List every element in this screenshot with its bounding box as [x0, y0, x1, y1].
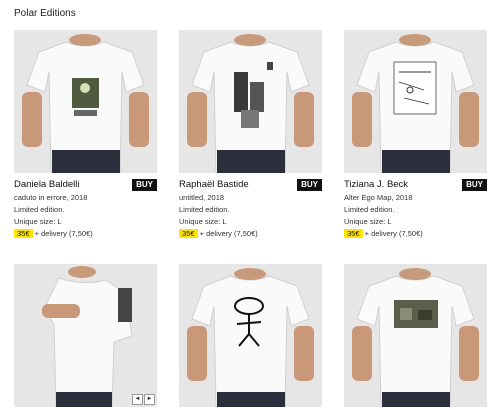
- buy-button[interactable]: BUY: [297, 179, 322, 191]
- product-card: [344, 264, 487, 407]
- price-badge: 35€: [344, 229, 363, 238]
- price-line: 35€ + delivery (7,50€): [179, 228, 322, 240]
- product-photo[interactable]: [179, 30, 322, 173]
- buy-button[interactable]: BUY: [462, 179, 487, 191]
- delivery-text: + delivery (7,50€): [34, 229, 93, 238]
- tshirt-image: [179, 264, 322, 407]
- artist-name[interactable]: Tiziana J. Beck: [344, 179, 408, 190]
- size-text: Unique size: L: [179, 217, 227, 226]
- gallery-nav: ◄ ►: [132, 394, 155, 405]
- product-photo[interactable]: [14, 30, 157, 173]
- price-line: 35€ + delivery (7,50€): [14, 228, 157, 240]
- price-badge: 35€: [14, 229, 33, 238]
- artist-name[interactable]: Raphaël Bastide: [179, 179, 249, 190]
- work-title: caduto in errore, 2018: [14, 193, 88, 202]
- price-line: 35€ + delivery (7,50€): [344, 228, 487, 240]
- page-title: Polar Editions: [14, 8, 76, 19]
- product-photo[interactable]: ◄ ►: [14, 264, 157, 407]
- tshirt-image: [179, 30, 322, 173]
- work-title: untitled, 2018: [179, 193, 225, 202]
- tshirt-image: [344, 264, 487, 407]
- product-card: Daniela Baldelli BUY caduto in errore, 2…: [14, 30, 157, 240]
- prev-arrow-icon[interactable]: ◄: [132, 394, 143, 405]
- product-card: [179, 264, 322, 407]
- tshirt-image: [14, 264, 157, 407]
- work-title: Alter Ego Map, 2018: [344, 193, 413, 202]
- delivery-text: + delivery (7,50€): [199, 229, 258, 238]
- delivery-text: + delivery (7,50€): [364, 229, 423, 238]
- product-card: Raphaël Bastide BUY untitled, 2018 Limit…: [179, 30, 322, 240]
- edition-text: Limited edition.: [14, 205, 65, 214]
- buy-button[interactable]: BUY: [132, 179, 157, 191]
- tshirt-image: [344, 30, 487, 173]
- edition-text: Limited edition.: [179, 205, 230, 214]
- next-arrow-icon[interactable]: ►: [144, 394, 155, 405]
- product-card: ◄ ►: [14, 264, 157, 407]
- product-photo[interactable]: [344, 30, 487, 173]
- size-text: Unique size: L: [344, 217, 392, 226]
- size-text: Unique size: L: [14, 217, 62, 226]
- artist-name[interactable]: Daniela Baldelli: [14, 179, 79, 190]
- price-badge: 35€: [179, 229, 198, 238]
- tshirt-image: [14, 30, 157, 173]
- product-card: Tiziana J. Beck BUY Alter Ego Map, 2018 …: [344, 30, 487, 240]
- edition-text: Limited edition.: [344, 205, 395, 214]
- product-photo[interactable]: [344, 264, 487, 407]
- product-photo[interactable]: [179, 264, 322, 407]
